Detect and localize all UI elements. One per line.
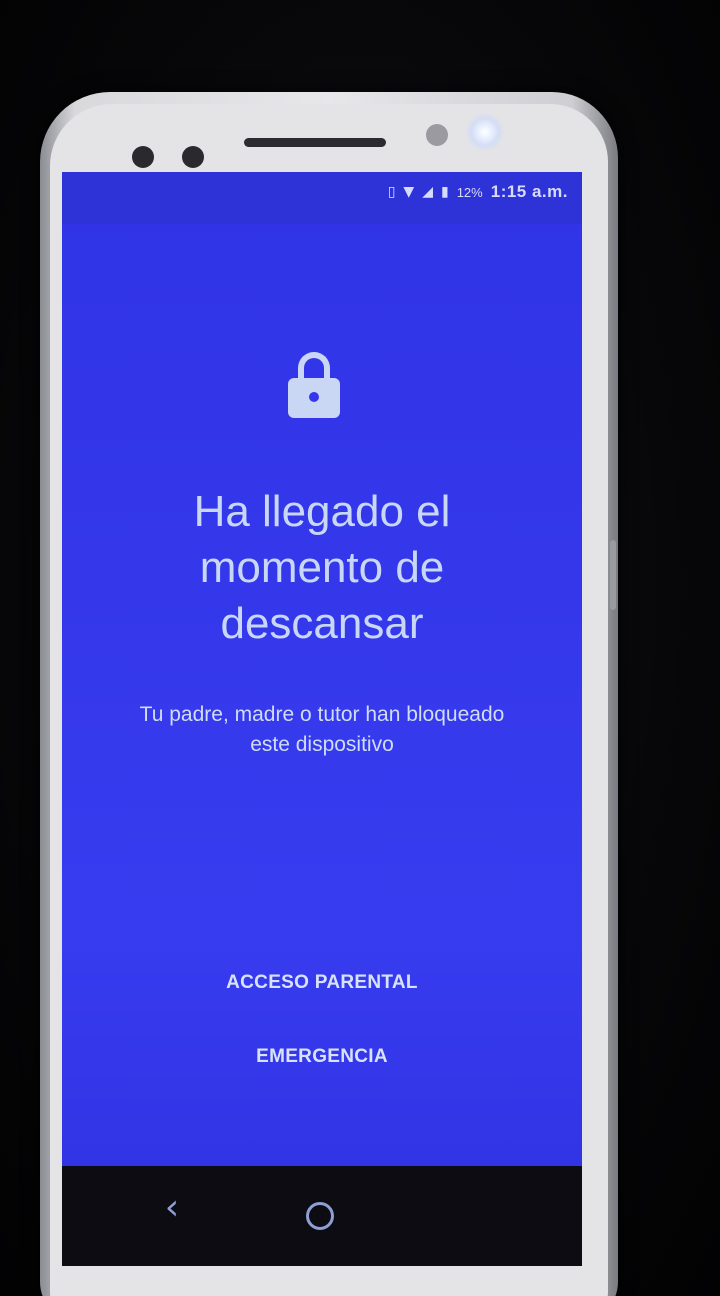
notification-led — [466, 113, 504, 151]
lock-message-line: Tu padre, madre o tutor han bloqueado — [139, 703, 505, 726]
lock-title-line: Ha llegado el — [193, 487, 451, 536]
emergency-button[interactable]: EMERGENCIA — [122, 1046, 522, 1068]
wifi-icon: ▼ — [403, 184, 415, 200]
front-camera-icon — [182, 146, 204, 168]
status-icons: ▯ ▼ ◢ ▮ 12% 1:15 a.m. — [388, 182, 568, 202]
battery-icon: ▮ — [440, 184, 449, 200]
earpiece-speaker — [244, 138, 386, 147]
back-chevron-icon[interactable]: ‹ — [152, 1188, 192, 1228]
lock-body — [288, 378, 340, 418]
clock-time: 1:15 a.m. — [490, 182, 568, 201]
parental-access-button[interactable]: ACCESO PARENTAL — [122, 972, 522, 994]
signal-icon: ◢ — [422, 184, 433, 200]
vibrate-icon: ▯ — [387, 184, 396, 200]
side-button[interactable] — [610, 540, 616, 610]
lock-title: Ha llegado el momento de descansar — [82, 484, 562, 652]
navigation-bar: ‹ — [62, 1166, 582, 1266]
front-camera-icon — [132, 146, 154, 168]
lock-message-line: este dispositivo — [250, 733, 394, 756]
status-bar: ▯ ▼ ◢ ▮ 12% 1:15 a.m. — [62, 172, 582, 224]
lock-title-line: momento de — [199, 543, 445, 592]
lock-keyhole — [309, 392, 319, 402]
lock-message: Tu padre, madre o tutor han bloqueado es… — [102, 700, 542, 760]
lock-screen: ▯ ▼ ◢ ▮ 12% 1:15 a.m. Ha llegado el mome… — [62, 172, 582, 1182]
lock-title-line: descansar — [220, 599, 424, 648]
battery-percent: 12% — [456, 184, 483, 200]
home-circle-icon[interactable] — [306, 1202, 334, 1230]
proximity-sensor — [426, 124, 448, 146]
photo-scene: ▯ ▼ ◢ ▮ 12% 1:15 a.m. Ha llegado el mome… — [0, 0, 720, 1296]
lock-icon — [288, 352, 340, 418]
